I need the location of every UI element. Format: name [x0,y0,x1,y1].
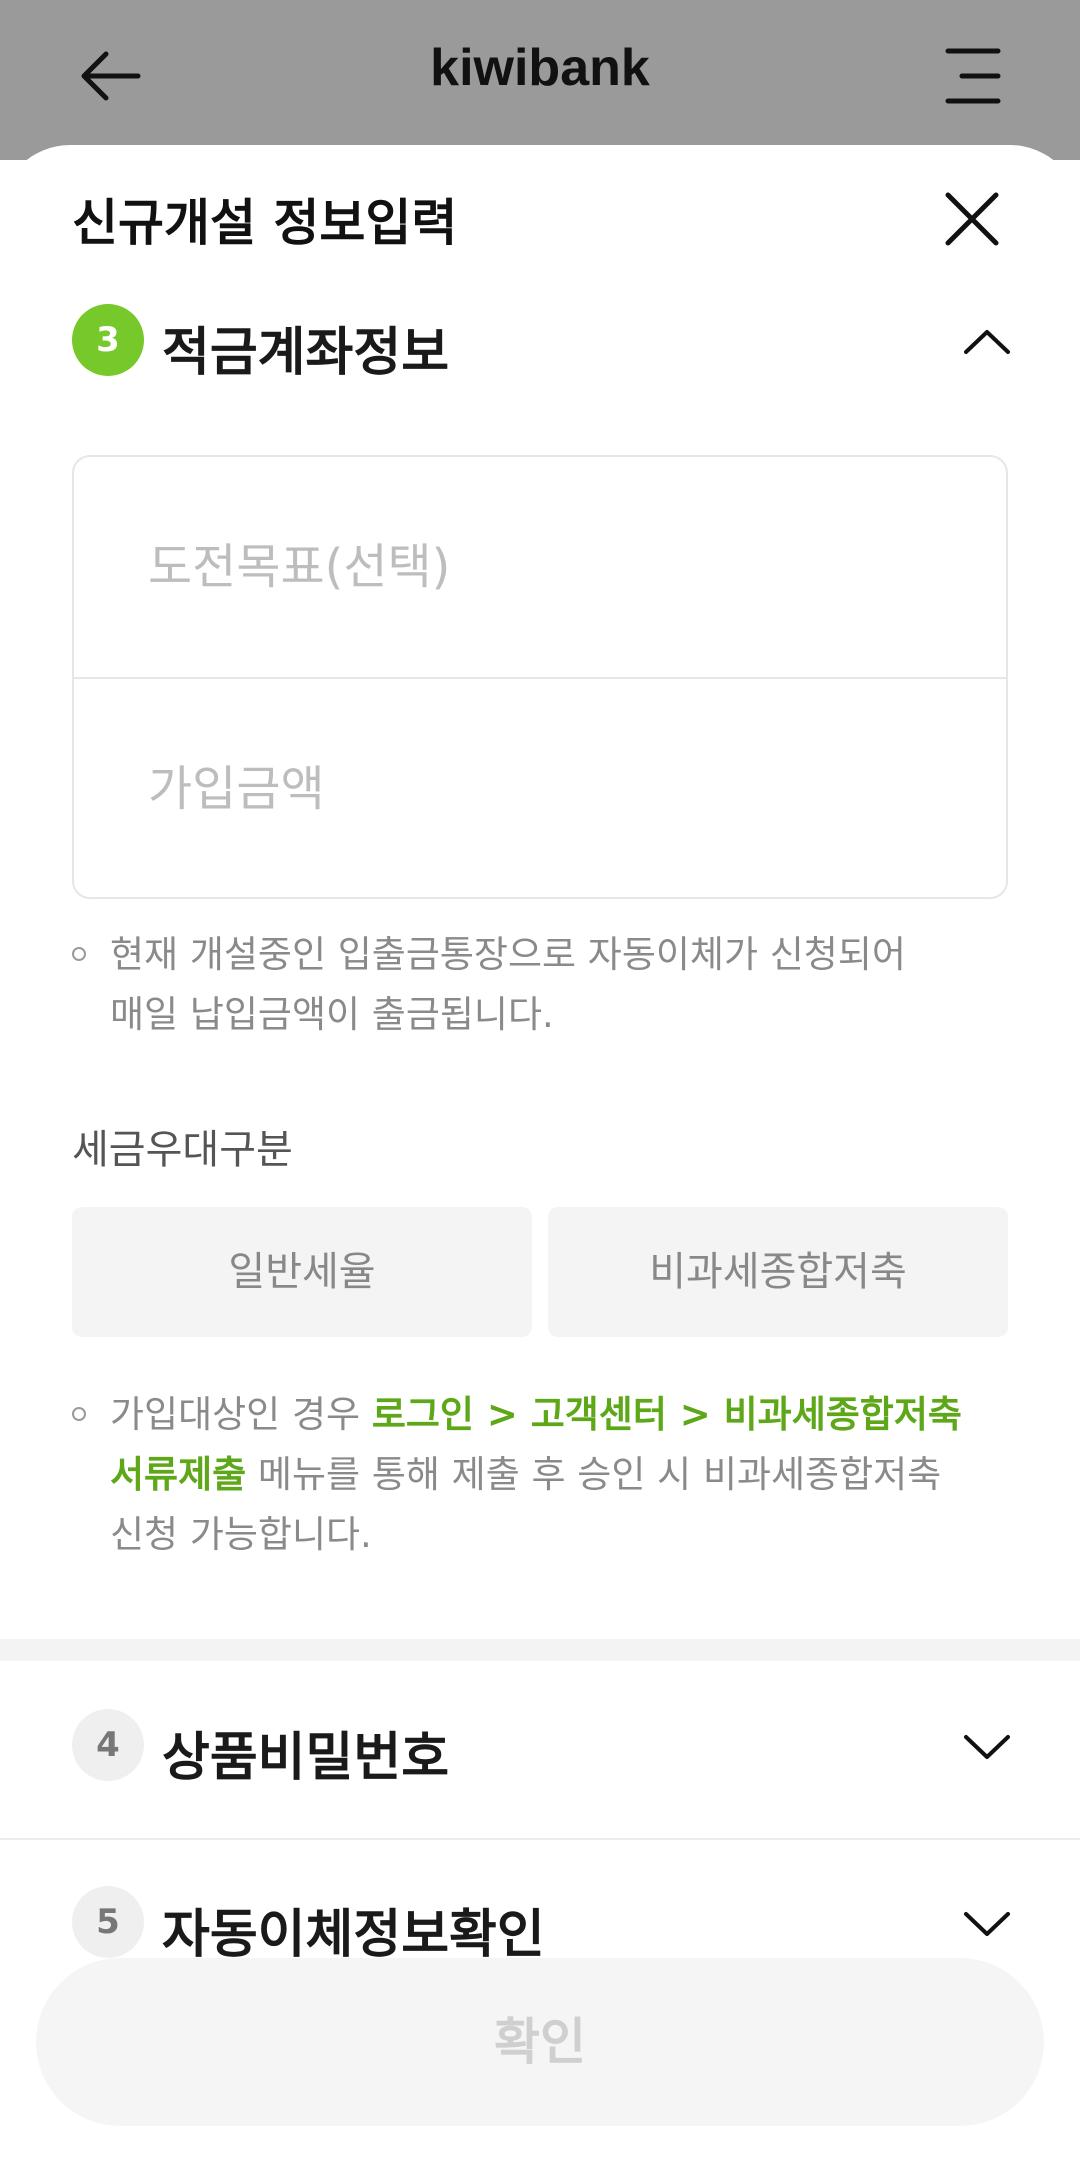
tax-note-document-link[interactable]: 서류제출 [110,1453,246,1496]
step-4-label: 상품비밀번호 [162,1728,450,1788]
notice-line-1: 현재 개설중인 입출금통장으로 자동이체가 신청되어 [110,933,906,976]
chevron-up-icon [964,330,1010,354]
account-info-inputs [72,455,1008,899]
row-divider [0,1838,1080,1840]
tax-free-notice: 가입대상인 경우 로그인 > 고객센터 > 비과세종합저축 서류제출 메뉴를 통… [110,1385,1010,1565]
step-5-header[interactable]: 5 자동이체정보확인 [72,1882,1012,1965]
tax-option-general[interactable]: 일반세율 [72,1207,532,1337]
bullet-icon [72,1407,86,1421]
auto-transfer-notice: 현재 개설중인 입출금통장으로 자동이체가 신청되어 매일 납입금액이 출금됩니… [110,925,1010,1045]
step-5-label: 자동이체정보확인 [162,1905,545,1965]
menu-icon [945,48,1001,104]
close-icon [945,192,999,246]
menu-button[interactable] [930,36,1010,116]
step-4-number: 4 [72,1709,144,1781]
close-button[interactable] [936,183,1008,255]
chevron-down-icon [964,1912,1010,1936]
tax-note-prefix: 가입대상인 경우 [110,1393,372,1436]
amount-input[interactable] [74,679,1006,899]
tax-section-label: 세금우대구분 [72,1127,293,1173]
confirm-button[interactable]: 확인 [36,1958,1044,2126]
app-header: kiwibank [0,0,1080,160]
step-3-header[interactable]: 3 적금계좌정보 [72,300,1012,383]
sheet-title: 신규개설 정보입력 [72,194,458,252]
app-title: kiwibank [430,39,650,97]
notice-line-2: 매일 납입금액이 출금됩니다. [110,993,554,1036]
step-3-label: 적금계좌정보 [162,323,450,383]
tax-note-end: 신청 가능합니다. [110,1513,372,1556]
bottom-sheet: 신규개설 정보입력 3 적금계좌정보 현재 개설중인 입출금통장으로 자동이체가… [0,145,1080,2164]
bullet-icon [72,947,86,961]
step-5-number: 5 [72,1886,144,1958]
step-3-number: 3 [72,304,144,376]
tax-note-path-link[interactable]: 로그인 > 고객센터 > 비과세종합저축 [372,1393,962,1436]
challenge-goal-input[interactable] [74,457,1006,677]
chevron-down-icon [964,1735,1010,1759]
section-separator [0,1639,1080,1661]
step-4-header[interactable]: 4 상품비밀번호 [72,1705,1012,1788]
tax-note-middle: 메뉴를 통해 제출 후 승인 시 비과세종합저축 [246,1453,942,1496]
tax-option-tax-free[interactable]: 비과세종합저축 [548,1207,1008,1337]
